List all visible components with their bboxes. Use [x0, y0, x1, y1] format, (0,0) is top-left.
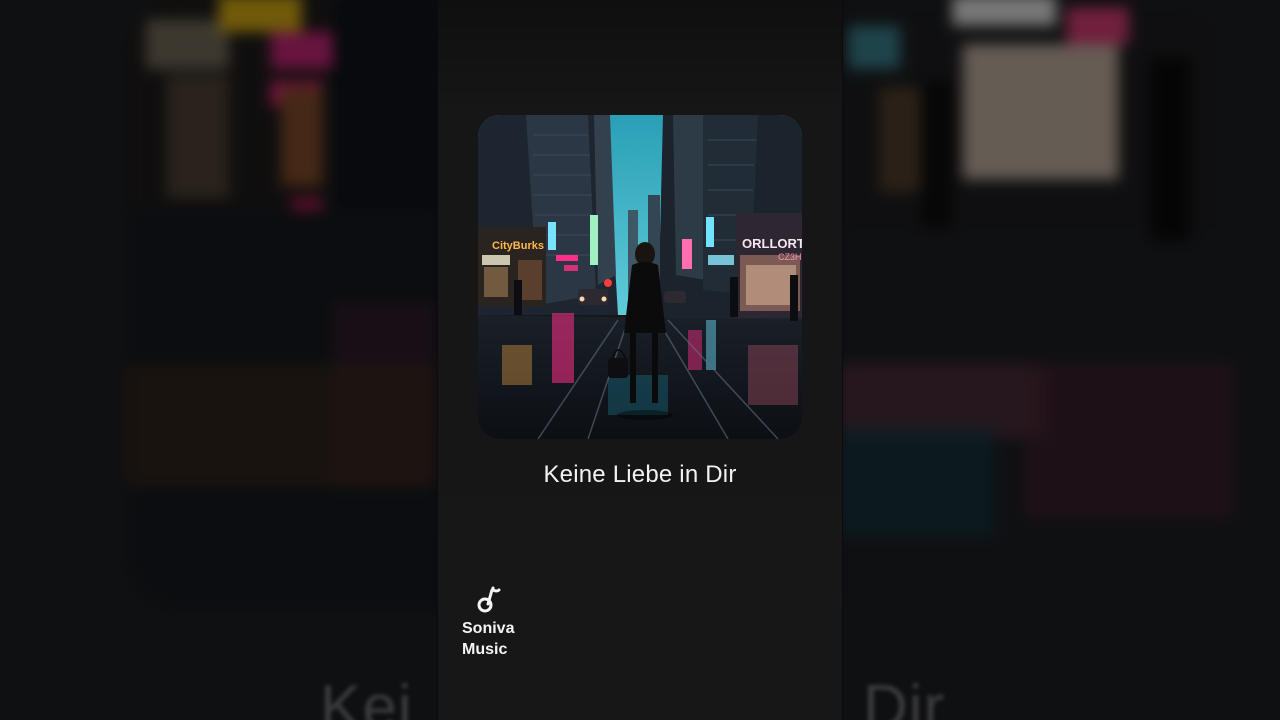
blurred-artwork-left — [125, 0, 437, 610]
blurred-background-left: Kei — [0, 0, 437, 720]
video-frame[interactable]: CityBurks ORLLORT CZ3H Keine Liebe in Di… — [438, 0, 842, 720]
blurred-city-scene-right — [843, 0, 1233, 610]
shop-sign-small: CZ3H — [778, 252, 802, 262]
shop-sign-right: ORLLORT — [742, 236, 802, 251]
shop-sign-left: CityBurks — [492, 240, 544, 252]
channel-name-line2: Music — [462, 641, 508, 658]
blurred-title-left: Kei — [320, 673, 413, 720]
blurred-background-right: Dir — [843, 0, 1280, 720]
blurred-artwork-right — [843, 0, 1233, 610]
music-note-icon — [477, 586, 501, 613]
blurred-title-right: Dir — [863, 673, 946, 720]
album-artwork: CityBurks ORLLORT CZ3H — [478, 115, 802, 439]
channel-watermark[interactable]: Soniva Music — [462, 586, 552, 660]
blurred-city-scene-left — [125, 0, 437, 610]
song-title: Keine Liebe in Dir — [543, 461, 737, 488]
city-street-scene: CityBurks ORLLORT CZ3H — [478, 115, 802, 439]
channel-name-line1: Soniva — [462, 620, 515, 637]
